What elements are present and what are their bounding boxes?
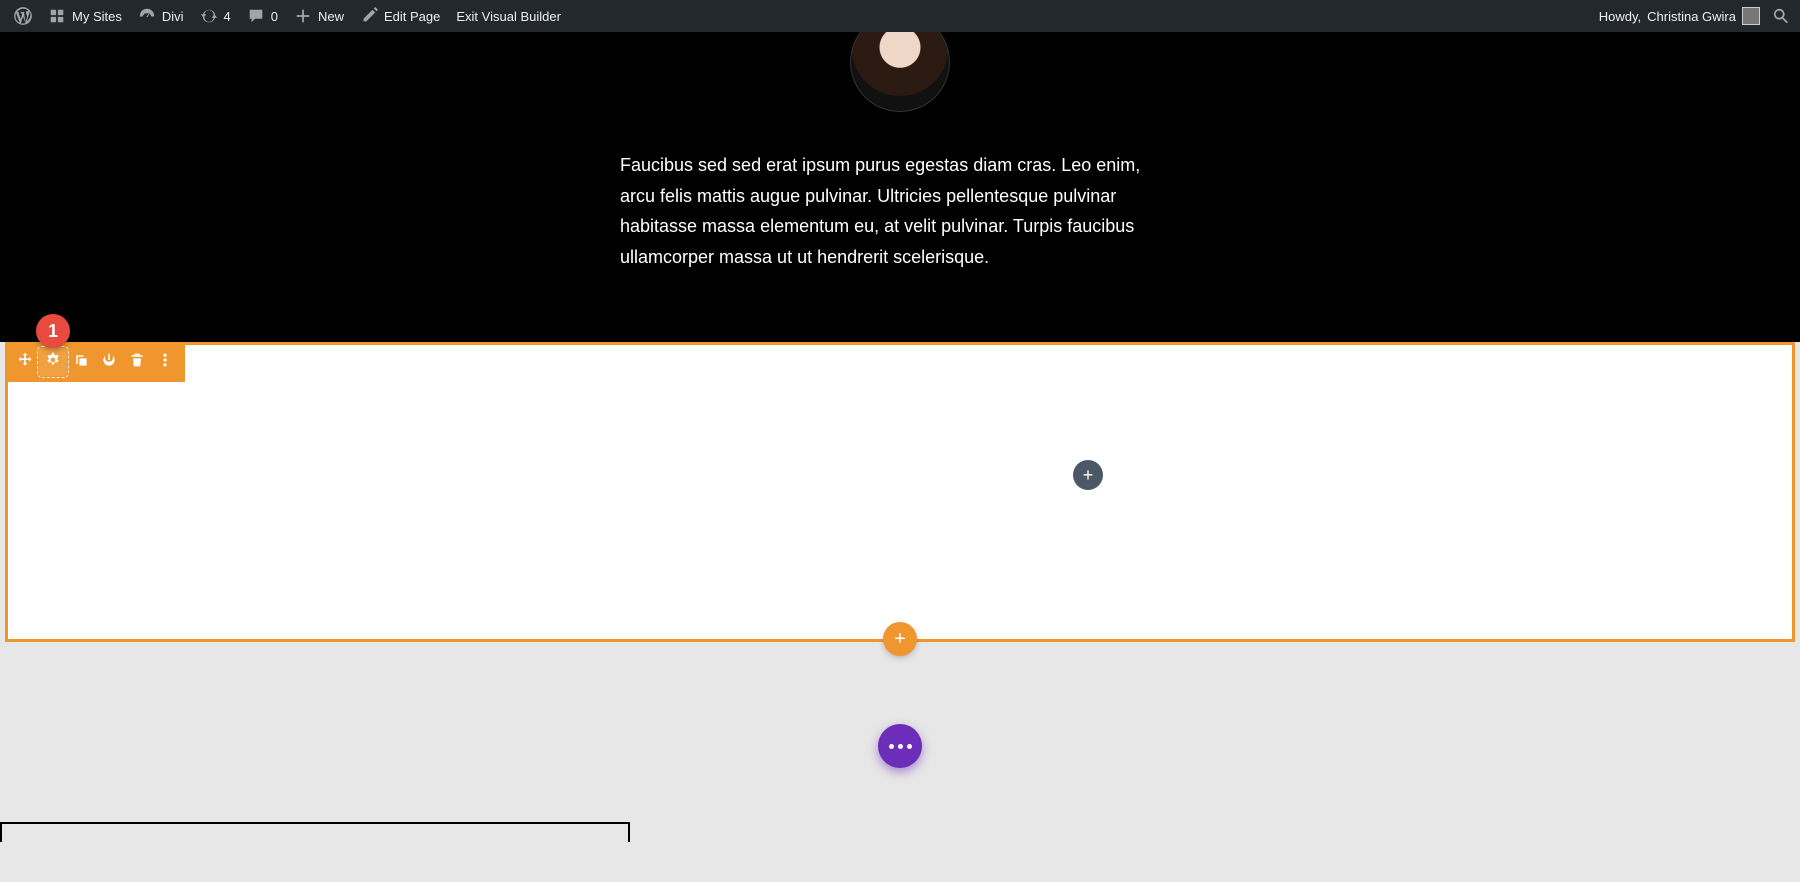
builder-fab-button[interactable] xyxy=(878,724,922,768)
updates-count: 4 xyxy=(224,9,231,24)
update-icon xyxy=(200,7,218,25)
exit-vb-label: Exit Visual Builder xyxy=(456,9,561,24)
my-account-menu[interactable]: Howdy, Christina Gwira xyxy=(1591,0,1768,32)
power-icon xyxy=(101,352,117,372)
testimonial-body: Faucibus sed sed erat ipsum purus egesta… xyxy=(620,150,1180,272)
gear-icon xyxy=(45,352,61,372)
annotation-number: 1 xyxy=(48,321,58,342)
duplicate-icon xyxy=(73,352,89,372)
plus-icon: + xyxy=(1083,465,1094,486)
new-content-menu[interactable]: New xyxy=(286,0,352,32)
ellipsis-icon xyxy=(889,744,912,749)
section-settings-button[interactable] xyxy=(39,348,67,376)
section-toolbar xyxy=(5,342,185,382)
edit-page-label: Edit Page xyxy=(384,9,440,24)
howdy-username: Christina Gwira xyxy=(1647,9,1736,24)
pencil-icon xyxy=(360,7,378,25)
section-delete-button[interactable] xyxy=(123,348,151,376)
plus-icon xyxy=(294,7,312,25)
comments-count: 0 xyxy=(271,9,278,24)
site-name-menu[interactable]: Divi xyxy=(130,0,192,32)
comments-icon xyxy=(247,7,265,25)
admin-bar-right: Howdy, Christina Gwira xyxy=(1591,0,1794,32)
section-move-handle[interactable] xyxy=(11,348,39,376)
builder-section[interactable]: + + xyxy=(5,342,1795,642)
add-section-button[interactable]: + xyxy=(883,622,917,656)
search-icon xyxy=(1772,7,1790,25)
builder-section-wrap: 1 xyxy=(0,342,1800,642)
comments-menu[interactable]: 0 xyxy=(239,0,286,32)
testimonial-section: Faucibus sed sed erat ipsum purus egesta… xyxy=(0,32,1800,342)
updates-menu[interactable]: 4 xyxy=(192,0,239,32)
wp-logo-menu[interactable] xyxy=(6,0,40,32)
site-name-label: Divi xyxy=(162,9,184,24)
my-sites-menu[interactable]: My Sites xyxy=(40,0,130,32)
lower-section xyxy=(0,642,1800,842)
edit-page-link[interactable]: Edit Page xyxy=(352,0,448,32)
wp-admin-bar: My Sites Divi 4 0 New xyxy=(0,0,1800,32)
add-module-button[interactable]: + xyxy=(1073,460,1103,490)
new-label: New xyxy=(318,9,344,24)
admin-bar-left: My Sites Divi 4 0 New xyxy=(6,0,569,32)
partial-outline-box xyxy=(0,822,630,842)
plus-icon: + xyxy=(894,628,906,651)
exit-visual-builder-link[interactable]: Exit Visual Builder xyxy=(448,0,569,32)
admin-bar-search[interactable] xyxy=(1768,0,1794,32)
my-sites-label: My Sites xyxy=(72,9,122,24)
multisite-icon xyxy=(48,7,66,25)
kebab-icon xyxy=(157,352,173,372)
move-icon xyxy=(17,352,33,372)
section-duplicate-button[interactable] xyxy=(67,348,95,376)
trash-icon xyxy=(129,352,145,372)
section-more-button[interactable] xyxy=(151,348,179,376)
user-avatar-icon xyxy=(1742,7,1760,25)
page-canvas: Faucibus sed sed erat ipsum purus egesta… xyxy=(0,32,1800,842)
howdy-prefix: Howdy, xyxy=(1599,9,1641,24)
wordpress-logo-icon xyxy=(14,7,32,25)
section-save-button[interactable] xyxy=(95,348,123,376)
dashboard-icon xyxy=(138,7,156,25)
